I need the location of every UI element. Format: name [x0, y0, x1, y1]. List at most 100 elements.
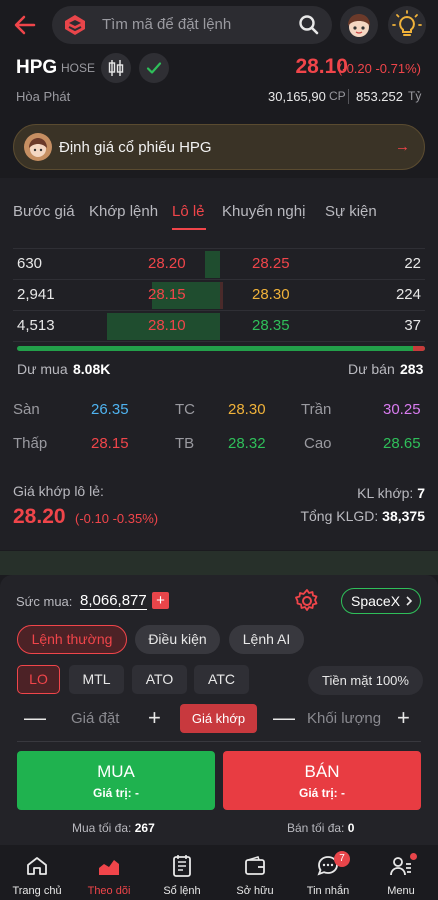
ask-price[interactable]: 28.35 — [252, 317, 290, 334]
cash-ratio-selector[interactable]: Tiền mặt 100% — [308, 666, 423, 695]
exchange-label: HOSE — [61, 61, 96, 75]
max-sell-value: 0 — [347, 821, 355, 835]
divider — [13, 310, 425, 311]
search-input[interactable]: Tìm mã để đặt lệnh — [52, 6, 332, 44]
order-type-lo[interactable]: LO — [17, 665, 60, 694]
divider — [13, 248, 425, 249]
tab-su-kien[interactable]: Sự kiện — [325, 203, 377, 220]
bid-volume: 4,513 — [17, 317, 55, 334]
buy-value: Giá trị: - — [92, 786, 139, 800]
matched-volume: KL khớp: 7 — [357, 485, 425, 501]
bid-volume: 630 — [17, 255, 43, 272]
company-name: Hòa Phát — [16, 89, 71, 104]
buy-label: MUA — [97, 762, 135, 781]
total-volume: 30,165,90 — [268, 89, 326, 104]
qty-decrease-button[interactable]: — — [273, 705, 295, 731]
mode-normal-order[interactable]: Lệnh thường — [17, 625, 127, 654]
last-trade-change: (-0.10 -0.35%) — [75, 511, 159, 526]
notification-dot — [410, 853, 417, 860]
nav-orderbook[interactable]: Sổ lệnh — [147, 845, 217, 900]
price-increase-button[interactable]: + — [148, 705, 161, 731]
account-selector[interactable]: SpaceX — [341, 588, 421, 614]
nav-label: Sổ lệnh — [163, 885, 201, 897]
max-buy: Mua tối đa: 267 — [72, 821, 155, 835]
tab-buoc-gia[interactable]: Bước giá — [13, 203, 75, 220]
low-label: Thấp — [13, 435, 48, 452]
account-name: SpaceX — [351, 593, 401, 609]
tab-khop-lenh[interactable]: Khớp lệnh — [89, 203, 158, 220]
quantity-input[interactable]: Khối lượng — [307, 710, 381, 727]
user-avatar[interactable] — [340, 6, 378, 44]
divider — [13, 279, 425, 280]
order-type-ato[interactable]: ATO — [132, 665, 187, 694]
nav-home[interactable]: Trang chủ — [2, 845, 72, 900]
chevron-right-icon — [406, 596, 413, 606]
banner-text: Định giá cổ phiếu HPG — [59, 139, 212, 156]
valuation-banner[interactable]: Định giá cổ phiếu HPG → — [13, 124, 425, 170]
nav-watchlist[interactable]: Theo dõi — [74, 845, 144, 900]
chart-icon — [99, 860, 119, 875]
gear-icon[interactable] — [293, 587, 321, 615]
nav-messages[interactable]: 7 Tin nhắn — [293, 845, 363, 900]
low-price: 28.15 — [91, 435, 129, 452]
active-tab-indicator — [172, 228, 206, 230]
watchlist-check-button[interactable] — [139, 53, 169, 83]
mode-ai-order[interactable]: Lệnh AI — [229, 625, 304, 654]
tab-lo-le[interactable]: Lô lẻ — [172, 203, 205, 220]
ask-volume: 37 — [404, 317, 421, 334]
total-volume-label: Tổng KLGD: — [300, 508, 379, 524]
candlestick-chart-button[interactable] — [101, 53, 131, 83]
buy-button[interactable]: MUA Giá trị: - — [17, 751, 215, 810]
nav-menu[interactable]: Menu — [366, 845, 436, 900]
match-price-button[interactable]: Giá khớp — [180, 704, 257, 733]
bid-volume: 2,941 — [17, 286, 55, 303]
du-mua-label: Dư mua — [17, 361, 68, 377]
max-buy-label: Mua tối đa: — [72, 821, 132, 835]
divider — [17, 741, 421, 742]
price-input[interactable]: Giá đặt — [71, 710, 119, 727]
order-type-mtl[interactable]: MTL — [69, 665, 124, 694]
lightbulb-icon — [392, 10, 422, 36]
avg-label: TB — [175, 435, 195, 452]
order-type-atc[interactable]: ATC — [194, 665, 249, 694]
last-trade-label: Giá khớp lô lẻ: — [13, 483, 104, 499]
sell-button[interactable]: BÁN Giá trị: - — [223, 751, 421, 810]
matched-volume-value: 7 — [417, 485, 425, 501]
matched-volume-label: KL khớp: — [357, 485, 414, 501]
ask-price[interactable]: 28.25 — [252, 255, 290, 272]
bottom-nav: Trang chủ Theo dõi Sổ lệnh Sở hữu 7 Tin … — [0, 845, 438, 900]
stock-symbol: HPG — [16, 57, 58, 78]
back-arrow-icon[interactable] — [12, 12, 38, 38]
high-label: Cao — [304, 435, 332, 452]
nav-portfolio[interactable]: Sở hữu — [220, 845, 290, 900]
banner-avatar — [24, 133, 52, 161]
mode-conditional-order[interactable]: Điều kiện — [135, 625, 220, 654]
nav-label: Sở hữu — [236, 885, 274, 897]
total-value: 853.252 — [356, 89, 403, 104]
floor-label: Sàn — [13, 401, 40, 418]
value-unit: Tỷ — [408, 89, 422, 103]
ceiling-label: Trần — [301, 401, 332, 418]
floor-price: 26.35 — [91, 401, 129, 418]
bid-depth-bar — [205, 251, 220, 278]
nav-label: Menu — [387, 885, 415, 897]
nav-label: Theo dõi — [87, 885, 131, 897]
tab-khuyen-nghi[interactable]: Khuyến nghị — [222, 203, 305, 220]
ask-price[interactable]: 28.30 — [252, 286, 290, 303]
max-buy-value: 267 — [134, 821, 155, 835]
buy-sell-ratio-bar — [17, 346, 425, 351]
add-funds-button[interactable]: + — [152, 592, 169, 609]
qty-increase-button[interactable]: + — [397, 705, 410, 731]
price-decrease-button[interactable]: — — [24, 705, 46, 731]
high-price: 28.65 — [383, 435, 421, 452]
idea-button[interactable] — [388, 6, 426, 44]
ref-label: TC — [175, 401, 195, 418]
avg-price: 28.32 — [228, 435, 266, 452]
divider — [348, 89, 349, 104]
bid-price[interactable]: 28.20 — [148, 255, 186, 272]
bid-price[interactable]: 28.10 — [148, 317, 186, 334]
bid-price[interactable]: 28.15 — [148, 286, 186, 303]
order-book-icon — [173, 855, 191, 877]
check-icon — [146, 62, 162, 74]
search-icon[interactable] — [298, 14, 320, 36]
